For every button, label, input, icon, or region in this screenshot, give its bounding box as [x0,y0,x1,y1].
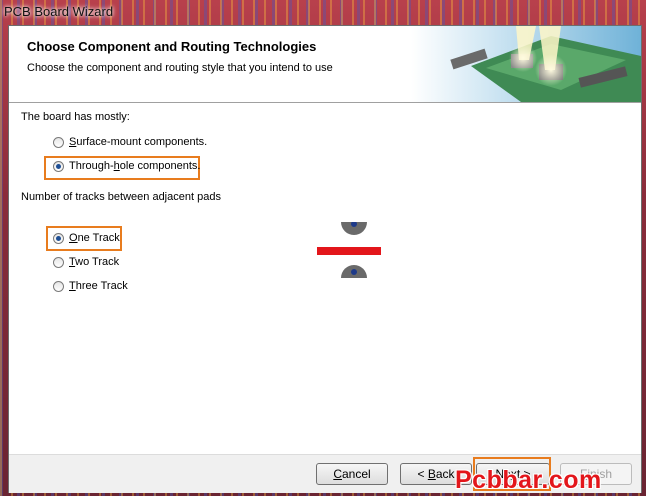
three-track-radio[interactable]: Three Track [53,280,128,292]
radio-indicator[interactable] [53,136,64,148]
radio-indicator-selected[interactable] [53,232,64,244]
cancel-button[interactable]: Cancel [316,463,388,485]
wizard-header: Choose Component and Routing Technologie… [9,26,641,103]
one-track-radio[interactable]: One Track [53,232,120,244]
radio-indicator[interactable] [53,256,64,268]
two-track-radio[interactable]: Two Track [53,256,119,268]
tracks-label: Number of tracks between adjacent pads [21,191,221,203]
bottom-pad-hole-icon [351,269,357,275]
surface-mount-radio[interactable]: Surface-mount components. [53,136,207,148]
one-track-label: One Track [69,232,120,244]
window-title: PCB Board Wizard [4,4,114,19]
title-bar[interactable]: PCB Board Wizard [0,0,646,24]
page-title: Choose Component and Routing Technologie… [27,39,317,54]
three-track-label: Three Track [69,280,128,292]
page-subtitle: Choose the component and routing style t… [27,62,333,74]
pcb-banner-image [411,26,641,102]
through-hole-label: Through-hole components. [69,160,201,172]
track-line-icon [317,247,381,255]
watermark-text: Pcbbar.com [455,466,602,494]
surface-mount-label: Surface-mount components. [69,136,208,148]
wizard-window: PCB Board Wizard Choose Component and Ro… [0,0,646,496]
radio-indicator[interactable] [53,280,64,292]
radio-indicator-selected[interactable] [53,160,64,172]
wizard-body: Choose Component and Routing Technologie… [8,25,642,493]
through-hole-radio[interactable]: Through-hole components. [53,160,200,172]
track-pad-preview [317,222,381,278]
two-track-label: Two Track [69,256,120,268]
component-type-label: The board has mostly: [21,111,130,123]
